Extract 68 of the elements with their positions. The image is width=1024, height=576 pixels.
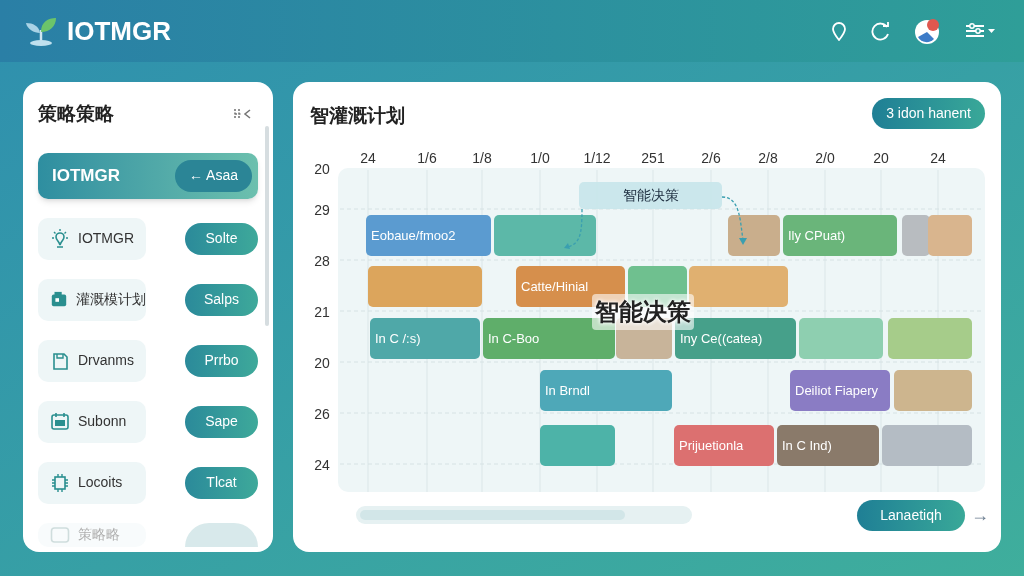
horizontal-scrollbar[interactable] xyxy=(356,506,692,524)
column-label: 2/6 xyxy=(700,149,722,168)
strategy-item[interactable]: Drvanms xyxy=(38,339,146,382)
column-label: 24 xyxy=(359,149,377,168)
connector-arrow xyxy=(721,196,747,245)
item-label: Locoits xyxy=(78,473,123,492)
column-label: 24 xyxy=(929,149,947,168)
scrollbar[interactable] xyxy=(265,126,269,326)
connector-arrow xyxy=(564,208,583,249)
calendar-icon xyxy=(50,411,70,432)
item-action-button[interactable]: Sape xyxy=(185,405,258,438)
item-label: IOTMGR xyxy=(78,229,134,248)
chip-icon xyxy=(50,472,70,493)
callout-label: 智能决策 xyxy=(579,182,722,209)
refresh-icon[interactable] xyxy=(870,21,892,41)
column-label: 1/12 xyxy=(582,149,612,168)
task-bar[interactable]: In C /:s) xyxy=(370,318,480,359)
item-label: 灌溉模计划 xyxy=(76,290,146,309)
column-label: 1/8 xyxy=(471,149,493,168)
item-action-button[interactable]: ← Asaa xyxy=(174,159,252,192)
row-label: 28 xyxy=(313,252,331,271)
item-label: 策略略 xyxy=(78,525,120,544)
task-bar[interactable]: Prijuetionla xyxy=(674,425,774,466)
item-label: IOTMGR xyxy=(52,164,120,187)
column-label: 2/8 xyxy=(757,149,779,168)
row-label: 20 xyxy=(313,160,331,179)
scroll-thumb[interactable] xyxy=(360,510,625,520)
column-label: 2/0 xyxy=(814,149,836,168)
column-label: 20 xyxy=(872,149,890,168)
strategy-item[interactable]: Subonn xyxy=(38,400,146,443)
task-bar[interactable]: Eobaue/fmoo2 xyxy=(366,215,491,256)
row-label: 24 xyxy=(313,456,331,475)
item-action-button[interactable]: Solte xyxy=(185,222,258,255)
strategy-item[interactable]: Locoits xyxy=(38,461,146,504)
column-label: 251 xyxy=(640,149,666,168)
bulb-icon xyxy=(50,228,70,249)
plan-action-button[interactable]: 3 idon hanent xyxy=(872,98,985,129)
overlay-label: 智能决策 xyxy=(592,294,694,330)
row-label: 26 xyxy=(313,405,331,424)
task-bar[interactable]: Deiliot Fiapery xyxy=(790,370,890,411)
item-action-button[interactable]: Prrbo xyxy=(185,344,258,377)
task-bar[interactable]: Ily CPuat) xyxy=(783,215,897,256)
next-link[interactable]: → xyxy=(971,502,989,529)
item-label: Drvanms xyxy=(78,351,134,370)
task-bar[interactable]: In Brndl xyxy=(540,370,672,411)
item-action-button[interactable]: Salps xyxy=(185,283,258,316)
location-pin-icon[interactable] xyxy=(830,21,848,41)
item-action-button[interactable] xyxy=(185,522,258,547)
strategy-item[interactable]: 策略略 xyxy=(38,522,146,547)
app-title: IOTMGR xyxy=(67,14,171,48)
panel-title: 智灌溉计划 xyxy=(310,104,405,128)
column-label: 1/0 xyxy=(529,149,551,168)
strategy-item[interactable]: IOTMGR xyxy=(38,217,146,260)
footer-action-button[interactable]: Lanaetiqh xyxy=(857,500,965,531)
box-icon xyxy=(50,524,70,545)
row-label: 21 xyxy=(313,303,331,322)
row-label: 20 xyxy=(313,354,331,373)
avatar-icon[interactable] xyxy=(914,17,942,45)
row-label: 29 xyxy=(313,201,331,220)
document-icon xyxy=(50,350,70,371)
column-label: 1/6 xyxy=(416,149,438,168)
panel-title: 策略策略 xyxy=(38,102,114,126)
item-label: Subonn xyxy=(78,412,127,431)
item-action-button[interactable]: Tlcat xyxy=(185,466,258,499)
strategy-item[interactable]: 灌溉模计划 xyxy=(38,278,146,321)
sprout-logo-icon xyxy=(24,16,58,46)
strategy-item[interactable]: IOTMGR ← Asaa xyxy=(38,152,258,199)
task-bar[interactable]: In C Ind) xyxy=(777,425,879,466)
